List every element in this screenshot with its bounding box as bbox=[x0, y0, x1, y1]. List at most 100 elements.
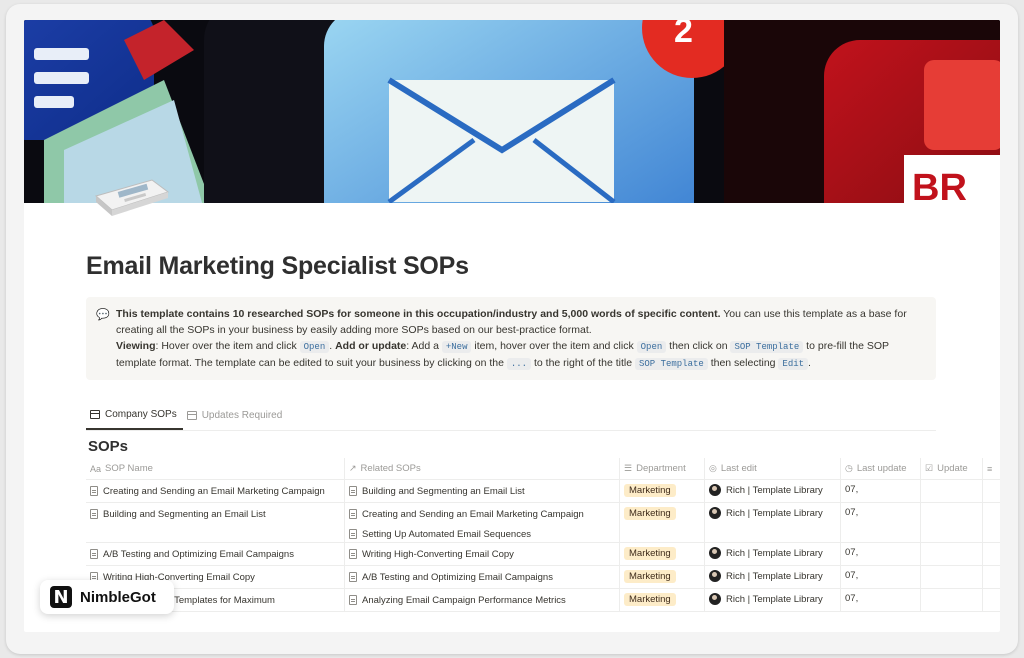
table-header: Aa SOP Name ↗ Related SOPs ☰ Department ◎ La… bbox=[86, 458, 1000, 480]
update-cell[interactable] bbox=[921, 589, 983, 611]
tab-label: Updates Required bbox=[201, 410, 283, 421]
department-cell[interactable]: Marketing bbox=[620, 543, 705, 565]
related-sop-label: Analyzing Email Campaign Performance Met… bbox=[362, 594, 566, 606]
svg-text:2: 2 bbox=[674, 20, 693, 50]
table-row[interactable]: Writing High-Converting Email Copy A/B T… bbox=[86, 566, 1000, 589]
database-title[interactable]: SOPs bbox=[88, 438, 128, 455]
column-header-more[interactable]: ≡ bbox=[983, 458, 1000, 479]
extra-cell bbox=[983, 589, 1000, 611]
add-text-2: item, hover over the item and click bbox=[471, 340, 637, 352]
text-property-icon: Aa bbox=[90, 463, 102, 474]
page-icon bbox=[90, 509, 98, 519]
page-icon bbox=[349, 595, 357, 605]
department-cell[interactable]: Marketing bbox=[620, 503, 705, 542]
tab-company-sops[interactable]: Company SOPs bbox=[86, 407, 183, 430]
last-edit-cell: Rich | Template Library bbox=[705, 566, 841, 588]
sop-name-cell[interactable]: Creating and Sending an Email Marketing … bbox=[86, 480, 345, 502]
page-icon bbox=[90, 486, 98, 496]
related-sops-cell[interactable]: A/B Testing and Optimizing Email Campaig… bbox=[345, 566, 620, 588]
database-view-tabs: Company SOPs Updates Required bbox=[86, 407, 936, 431]
column-header-related-sops[interactable]: ↗ Related SOPs bbox=[345, 458, 620, 479]
avatar bbox=[709, 570, 721, 582]
table-row[interactable]: A/B Testing and Optimizing Email Campaig… bbox=[86, 543, 1000, 566]
viewing-text: : Hover over the item and click bbox=[155, 340, 300, 352]
page-icon bbox=[349, 486, 357, 496]
add-update-label: Add or update bbox=[335, 340, 407, 352]
add-text-5: to the right of the title bbox=[531, 357, 635, 369]
page-icon bbox=[90, 549, 98, 559]
extra-cell bbox=[983, 543, 1000, 565]
callout-text: This template contains 10 researched SOP… bbox=[116, 306, 924, 372]
related-sops-cell[interactable]: Creating and Sending an Email Marketing … bbox=[345, 503, 620, 542]
related-sop-label: Building and Segmenting an Email List bbox=[362, 485, 525, 497]
table-row[interactable]: Creating and Sending an Email Marketing … bbox=[86, 480, 1000, 503]
related-sops-cell[interactable]: Writing High-Converting Email Copy bbox=[345, 543, 620, 565]
info-callout: 💬 This template contains 10 researched S… bbox=[86, 297, 936, 380]
related-sop-link[interactable]: A/B Testing and Optimizing Email Campaig… bbox=[349, 570, 553, 584]
open-code-chip: Open bbox=[299, 341, 330, 353]
department-cell[interactable]: Marketing bbox=[620, 589, 705, 611]
last-edit-cell: Rich | Template Library bbox=[705, 589, 841, 611]
update-cell[interactable] bbox=[921, 503, 983, 542]
relation-arrow-icon: ↗ bbox=[349, 463, 357, 473]
notion-page: 2 BR Email Marketing Specialist SOPs 💬 T… bbox=[24, 20, 1000, 632]
last-update-value: 07, bbox=[845, 570, 859, 581]
related-sop-link[interactable]: Analyzing Email Campaign Performance Met… bbox=[349, 593, 566, 607]
department-cell[interactable]: Marketing bbox=[620, 566, 705, 588]
department-cell[interactable]: Marketing bbox=[620, 480, 705, 502]
nimblegot-watermark-badge: N NimbleGot bbox=[40, 580, 174, 614]
related-sop-link[interactable]: Building and Segmenting an Email List bbox=[349, 484, 525, 498]
column-header-last-edit[interactable]: ◎ Last edit bbox=[705, 458, 841, 479]
update-cell[interactable] bbox=[921, 480, 983, 502]
editor-name: Rich | Template Library bbox=[726, 484, 823, 496]
edit-code-chip: Edit bbox=[778, 358, 809, 370]
sop-name-cell[interactable]: A/B Testing and Optimizing Email Campaig… bbox=[86, 543, 345, 565]
editor-name: Rich | Template Library bbox=[726, 570, 823, 582]
page-icon bbox=[349, 509, 357, 519]
column-label: Update bbox=[937, 463, 968, 474]
sop-template-code-chip: SOP Template bbox=[730, 341, 804, 353]
sop-template-code-chip-2: SOP Template bbox=[634, 358, 708, 370]
last-edit-cell: Rich | Template Library bbox=[705, 503, 841, 542]
column-header-update[interactable]: ☑ Update bbox=[921, 458, 983, 479]
related-sop-link[interactable]: Setting Up Automated Email Sequences bbox=[349, 527, 584, 541]
related-sop-label: A/B Testing and Optimizing Email Campaig… bbox=[362, 571, 553, 583]
related-sop-link[interactable]: Creating and Sending an Email Marketing … bbox=[349, 507, 584, 521]
last-update-value: 07, bbox=[845, 547, 859, 558]
related-sop-label: Writing High-Converting Email Copy bbox=[362, 548, 514, 560]
dots-code-chip: ... bbox=[506, 358, 532, 370]
column-label: Department bbox=[636, 463, 686, 474]
extra-cell bbox=[983, 480, 1000, 502]
column-header-sop-name[interactable]: Aa SOP Name bbox=[86, 458, 345, 479]
column-header-last-update[interactable]: ◷ Last update bbox=[841, 458, 921, 479]
tab-updates-required[interactable]: Updates Required bbox=[183, 407, 289, 430]
related-sops-cell[interactable]: Building and Segmenting an Email List bbox=[345, 480, 620, 502]
related-sop-link[interactable]: Writing High-Converting Email Copy bbox=[349, 547, 514, 561]
add-text-3: then click on bbox=[666, 340, 731, 352]
page-icon-laptop bbox=[92, 174, 172, 218]
editor-name: Rich | Template Library bbox=[726, 547, 823, 559]
table-row[interactable]: Building and Segmenting an Email List Cr… bbox=[86, 503, 1000, 543]
sop-name-cell[interactable]: Building and Segmenting an Email List bbox=[86, 503, 345, 542]
page-icon bbox=[349, 572, 357, 582]
column-label: Related SOPs bbox=[360, 463, 421, 474]
nimblegot-logo-icon: N bbox=[50, 586, 72, 608]
last-update-cell: 07, bbox=[841, 543, 921, 565]
department-tag: Marketing bbox=[624, 570, 676, 583]
last-edit-cell: Rich | Template Library bbox=[705, 543, 841, 565]
person-icon: ◎ bbox=[709, 463, 717, 473]
list-icon: ☰ bbox=[624, 463, 633, 473]
table-row[interactable]: Designing Email Templates for Maximum An… bbox=[86, 589, 1000, 612]
nimblegot-brand-text: NimbleGot bbox=[80, 588, 156, 606]
related-sop-label: Creating and Sending an Email Marketing … bbox=[362, 508, 584, 520]
sop-name: Creating and Sending an Email Marketing … bbox=[103, 485, 325, 497]
last-update-cell: 07, bbox=[841, 503, 921, 542]
update-cell[interactable] bbox=[921, 566, 983, 588]
page-icon bbox=[349, 549, 357, 559]
callout-bold-intro: This template contains 10 researched SOP… bbox=[116, 308, 721, 320]
related-sops-cell[interactable]: Analyzing Email Campaign Performance Met… bbox=[345, 589, 620, 611]
update-cell[interactable] bbox=[921, 543, 983, 565]
sop-table: Aa SOP Name ↗ Related SOPs ☰ Department ◎ La… bbox=[86, 458, 1000, 612]
department-tag: Marketing bbox=[624, 484, 676, 497]
column-header-department[interactable]: ☰ Department bbox=[620, 458, 705, 479]
